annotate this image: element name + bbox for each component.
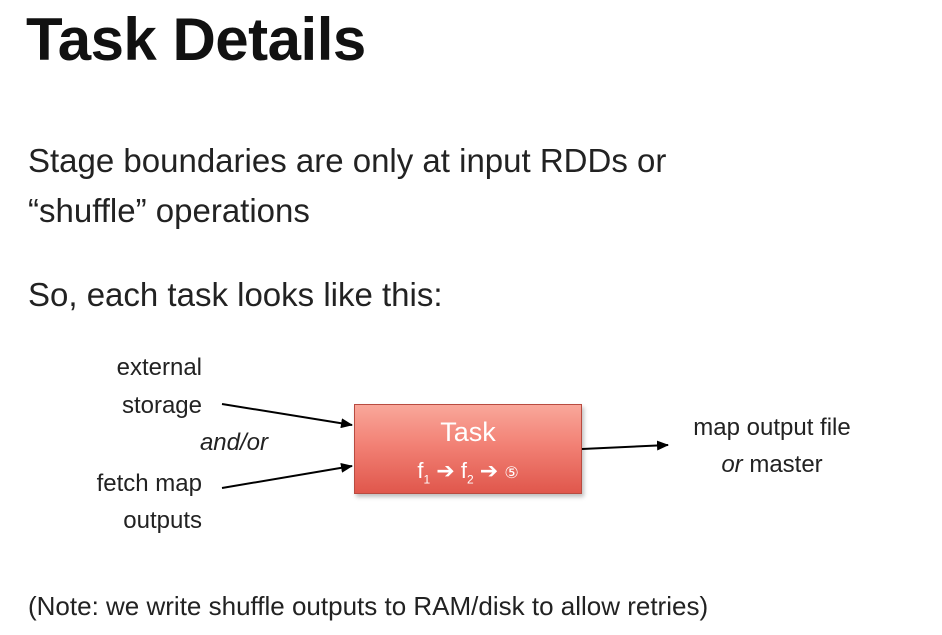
chain-sub1: 1 — [423, 472, 431, 487]
slide-note: (Note: we write shuffle outputs to RAM/d… — [28, 591, 709, 621]
output-label-line2: or master — [672, 447, 872, 483]
chain-end-circled-icon: ⑤ — [504, 465, 519, 482]
output-or: or — [721, 451, 743, 478]
arrow-fetch-to-task — [221, 462, 353, 489]
arrow-external-to-task — [221, 403, 353, 429]
chain-arrow-icon: ➔ — [436, 458, 455, 483]
diagram-arrows — [221, 403, 669, 489]
task-box: Task f1 ➔ f2 ➔ ⑤ — [354, 404, 582, 494]
task-title: Task — [440, 417, 496, 447]
chain-arrow-icon: ➔ — [479, 458, 499, 483]
chain-sub2: 2 — [466, 472, 474, 487]
output-master: master — [742, 451, 823, 478]
task-function-chain: f1 ➔ f2 ➔ ⑤ — [355, 457, 581, 493]
arrow-task-to-output — [581, 440, 669, 451]
output-label-line1: map output file — [693, 414, 851, 441]
